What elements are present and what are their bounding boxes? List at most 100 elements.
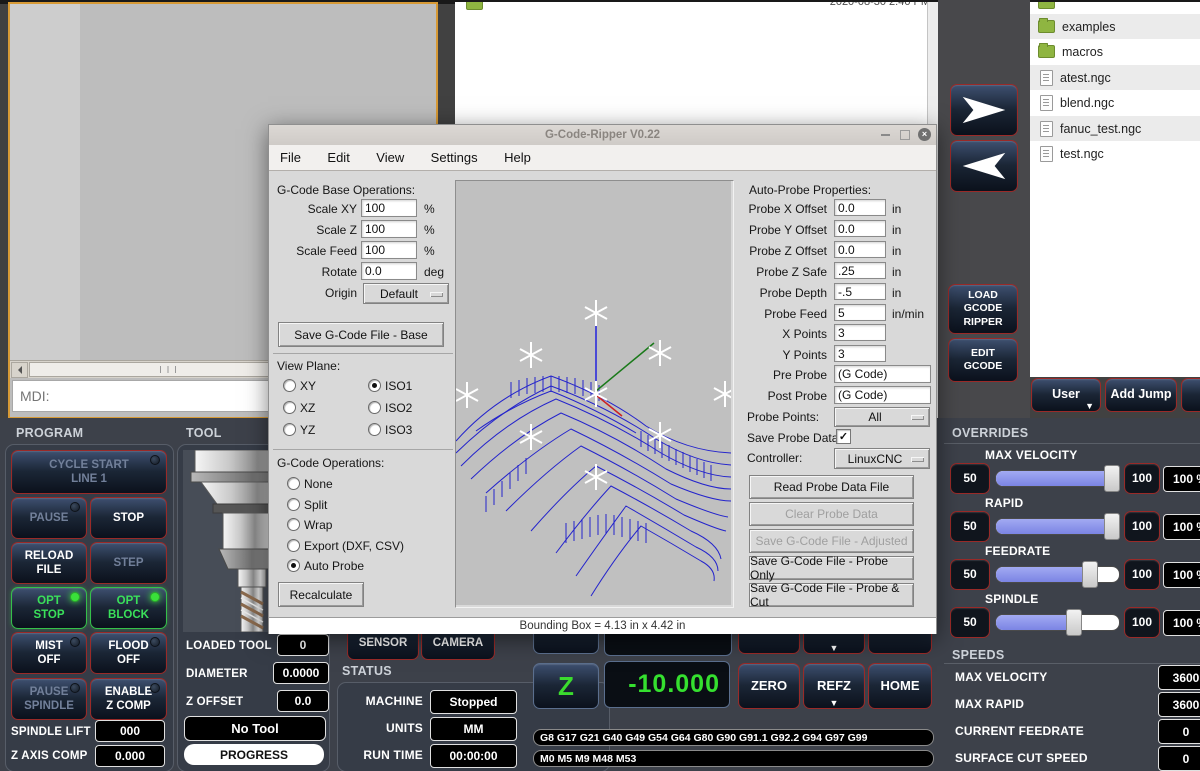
origin-dropdown[interactable]: Default — [363, 283, 449, 304]
menu-help[interactable]: Help — [493, 145, 542, 165]
y-points-input[interactable] — [834, 345, 886, 362]
radio-split[interactable] — [287, 498, 300, 511]
probe-feed-input[interactable] — [834, 304, 886, 321]
list-item[interactable]: fanuc_test.ngc — [1030, 116, 1200, 141]
menu-edit[interactable]: Edit — [316, 145, 360, 165]
edit-gcode-button[interactable]: EDIT GCODE — [948, 338, 1018, 382]
close-icon[interactable]: × — [918, 128, 931, 141]
pre-probe-input[interactable] — [834, 365, 931, 383]
max-velocity-min-button[interactable]: 50 — [950, 463, 990, 494]
slider-thumb[interactable] — [1082, 561, 1098, 588]
list-item[interactable]: test.ngc — [1030, 141, 1200, 166]
radio-iso1[interactable] — [368, 379, 381, 392]
post-probe-input[interactable] — [834, 386, 931, 404]
probe-depth-input[interactable] — [834, 283, 886, 300]
radio-xz[interactable] — [283, 401, 296, 414]
probe-y-offset-input[interactable] — [834, 220, 886, 237]
x-points-label: X Points — [739, 327, 827, 341]
reload-file-button[interactable]: RELOAD FILE — [11, 542, 87, 584]
spindle-min-button[interactable]: 50 — [950, 607, 990, 638]
spindle-slider[interactable] — [995, 614, 1120, 631]
scale-feed-input[interactable] — [361, 241, 417, 259]
arrow-right-button[interactable] — [950, 84, 1018, 136]
save-gcode-probe-only-button[interactable]: Save G-Code File - Probe Only — [749, 556, 914, 580]
list-item[interactable]: macros — [1030, 39, 1200, 64]
step-button[interactable]: STEP — [90, 542, 167, 584]
radio-yz[interactable] — [283, 423, 296, 436]
enable-z-comp-button[interactable]: ENABLE Z COMP — [90, 678, 167, 720]
scale-xy-input[interactable] — [361, 199, 417, 217]
clear-probe-data-button[interactable]: Clear Probe Data — [749, 502, 914, 526]
radio-iso2-label: ISO2 — [385, 401, 412, 415]
dialog-title: G-Code-Ripper V0.22 — [269, 125, 936, 145]
menu-settings[interactable]: Settings — [420, 145, 489, 165]
save-gcode-base-button[interactable]: Save G-Code File - Base — [278, 322, 444, 347]
probe-points-dropdown[interactable]: All — [834, 407, 930, 427]
x-points-input[interactable] — [834, 324, 886, 341]
scroll-left-arrow-icon[interactable] — [11, 362, 28, 378]
radio-none[interactable] — [287, 477, 300, 490]
slider-thumb[interactable] — [1066, 609, 1082, 636]
save-gcode-probe-cut-button[interactable]: Save G-Code File - Probe & Cut — [749, 583, 914, 607]
menu-file[interactable]: File — [269, 145, 312, 165]
scale-z-input[interactable] — [361, 220, 417, 238]
plot-canvas[interactable] — [455, 180, 734, 608]
load-gcode-ripper-button[interactable]: LOAD GCODE RIPPER — [948, 284, 1018, 334]
slider-thumb[interactable] — [1104, 513, 1120, 540]
mist-button[interactable]: MIST OFF — [11, 632, 87, 674]
probe-z-offset-unit: in — [892, 244, 901, 258]
read-probe-data-button[interactable]: Read Probe Data File — [749, 475, 914, 499]
recalculate-button[interactable]: Recalculate — [278, 582, 364, 607]
home-button[interactable]: HOME — [868, 663, 932, 709]
list-item[interactable]: blend.ngc — [1030, 90, 1200, 115]
scrollbar-thumb[interactable] — [29, 362, 306, 377]
slider-thumb[interactable] — [1104, 465, 1120, 492]
rapid-min-button[interactable]: 50 — [950, 511, 990, 542]
feedrate-max-button[interactable]: 100 — [1124, 559, 1160, 590]
pause-spindle-button[interactable]: PAUSE SPINDLE — [11, 678, 87, 720]
flood-button[interactable]: FLOOD OFF — [90, 632, 167, 674]
radio-xy[interactable] — [283, 379, 296, 392]
pause-button[interactable]: PAUSE — [11, 497, 87, 539]
save-gcode-adjusted-button[interactable]: Save G-Code File - Adjusted — [749, 529, 914, 553]
maximize-icon[interactable] — [900, 130, 910, 140]
partial-button[interactable]: De — [1181, 378, 1200, 412]
controller-dropdown[interactable]: LinuxCNC — [834, 448, 930, 469]
max-velocity-max-button[interactable]: 100 — [1124, 463, 1160, 494]
arrow-left-button[interactable] — [950, 140, 1018, 192]
refz-button[interactable]: REFZ ▼ — [803, 663, 865, 709]
stop-button[interactable]: STOP — [90, 497, 167, 539]
program-panel-title: PROGRAM — [16, 426, 83, 440]
radio-xy-label: XY — [300, 379, 316, 393]
probe-z-offset-input[interactable] — [834, 241, 886, 258]
max-velocity-slider[interactable] — [995, 470, 1120, 487]
spindle-max-button[interactable]: 100 — [1124, 607, 1160, 638]
list-item[interactable]: examples — [1030, 14, 1200, 39]
opt-block-button[interactable]: OPT BLOCK — [90, 587, 167, 629]
rotate-input[interactable] — [361, 262, 417, 280]
probe-x-offset-input[interactable] — [834, 199, 886, 216]
list-item[interactable]: atest.ngc — [1030, 65, 1200, 90]
radio-wrap[interactable] — [287, 518, 300, 531]
feedrate-min-button[interactable]: 50 — [950, 559, 990, 590]
probe-y-offset-unit: in — [892, 223, 901, 237]
user-button[interactable]: User ▼ — [1031, 378, 1101, 412]
save-probe-data-checkbox[interactable]: ✓ — [836, 429, 851, 444]
add-jump-button[interactable]: Add Jump — [1105, 378, 1177, 412]
minimize-icon[interactable] — [881, 134, 890, 136]
rapid-slider[interactable] — [995, 518, 1120, 535]
radio-iso2[interactable] — [368, 401, 381, 414]
opt-stop-button[interactable]: OPT STOP — [11, 587, 87, 629]
zero-button[interactable]: ZERO — [738, 663, 800, 709]
max-rapid-value: 3600 — [1158, 692, 1200, 717]
radio-export[interactable] — [287, 539, 300, 552]
probe-z-safe-input[interactable] — [834, 262, 886, 279]
radio-auto-probe[interactable] — [287, 559, 300, 572]
feedrate-slider[interactable] — [995, 566, 1120, 583]
cycle-start-button[interactable]: CYCLE START LINE 1 — [11, 450, 167, 494]
z-axis-button[interactable]: Z — [533, 663, 599, 709]
menu-view[interactable]: View — [365, 145, 415, 165]
radio-iso3[interactable] — [368, 423, 381, 436]
dialog-titlebar[interactable]: G-Code-Ripper V0.22 × — [269, 125, 936, 146]
rapid-max-button[interactable]: 100 — [1124, 511, 1160, 542]
